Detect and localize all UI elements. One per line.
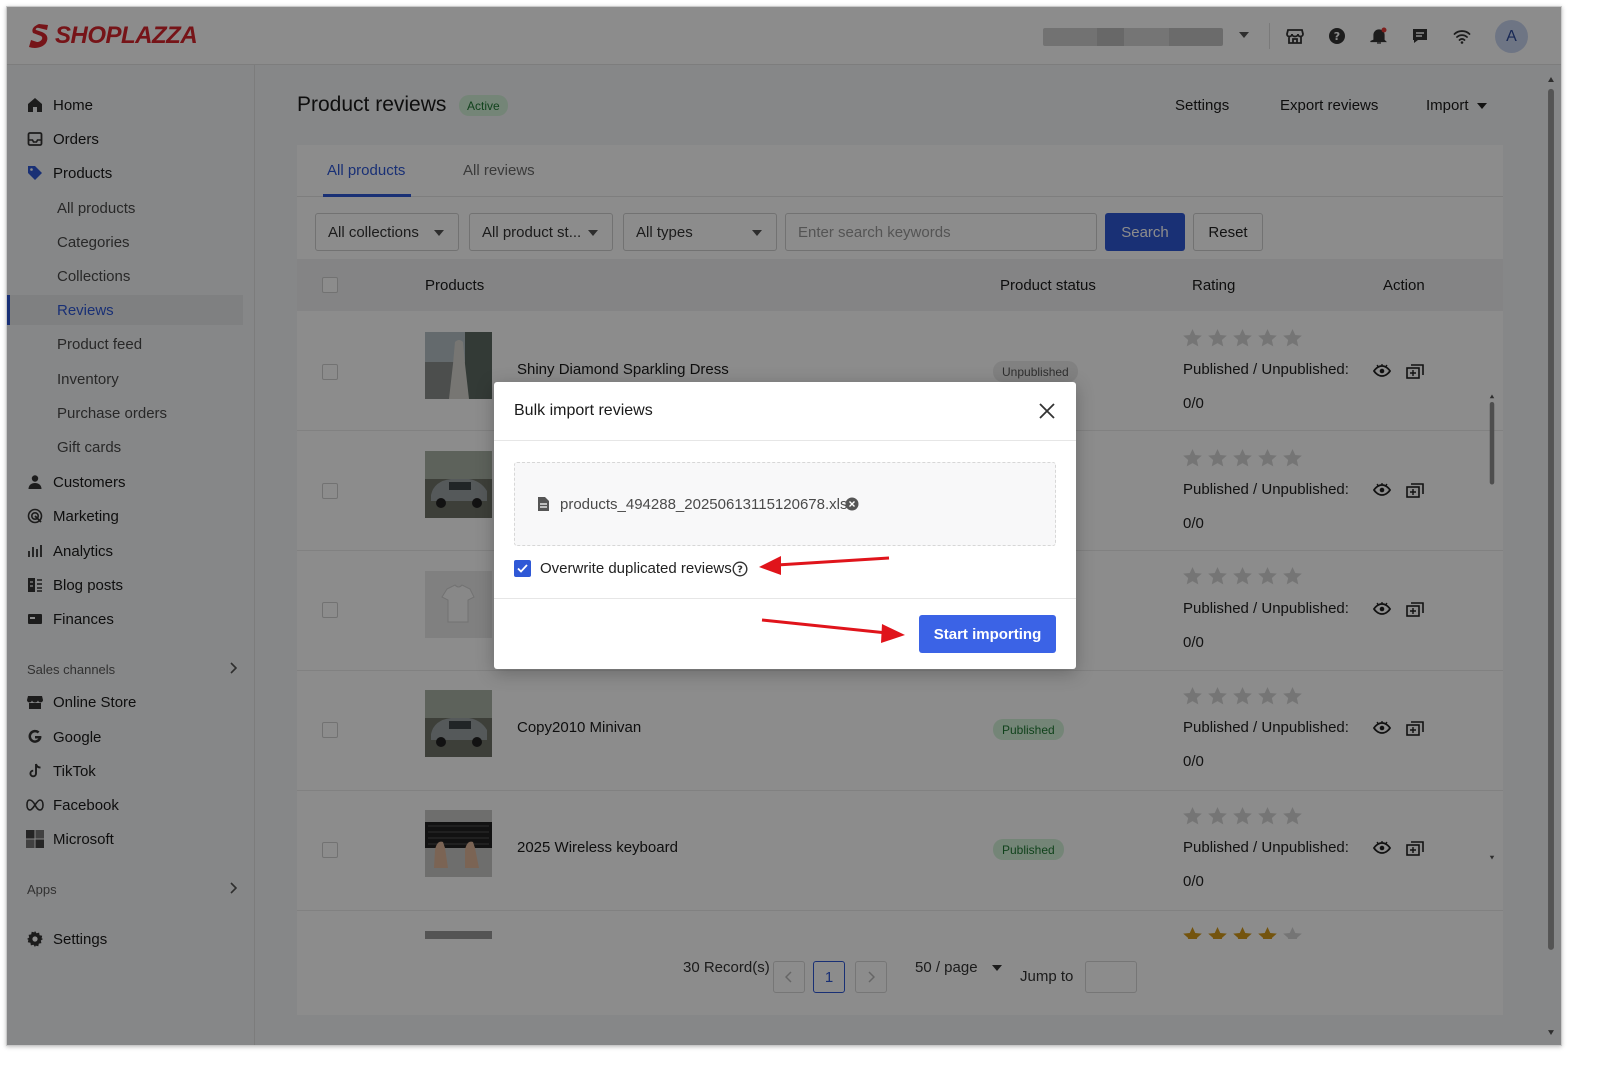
start-importing-button[interactable]: Start importing — [919, 615, 1056, 653]
svg-text:?: ? — [737, 565, 743, 576]
checkmark-icon — [517, 564, 528, 573]
divider — [494, 440, 1076, 441]
file-name: products_494288_20250613115120678.xlsx — [560, 496, 855, 513]
close-icon[interactable] — [1036, 400, 1058, 422]
remove-file-icon[interactable] — [845, 497, 859, 516]
help-icon[interactable]: ? — [732, 561, 748, 582]
dialog-title: Bulk import reviews — [514, 402, 653, 419]
app-window: SHOPLAZZA ? A Home Orders Products All p… — [6, 6, 1562, 1046]
bulk-import-dialog: Bulk import reviews products_494288_2025… — [494, 382, 1076, 669]
overwrite-label[interactable]: Overwrite duplicated reviews — [540, 560, 732, 577]
file-icon — [537, 496, 550, 517]
divider — [494, 598, 1076, 599]
overwrite-checkbox[interactable] — [514, 560, 531, 577]
file-upload-area[interactable]: products_494288_20250613115120678.xlsx — [514, 462, 1056, 546]
